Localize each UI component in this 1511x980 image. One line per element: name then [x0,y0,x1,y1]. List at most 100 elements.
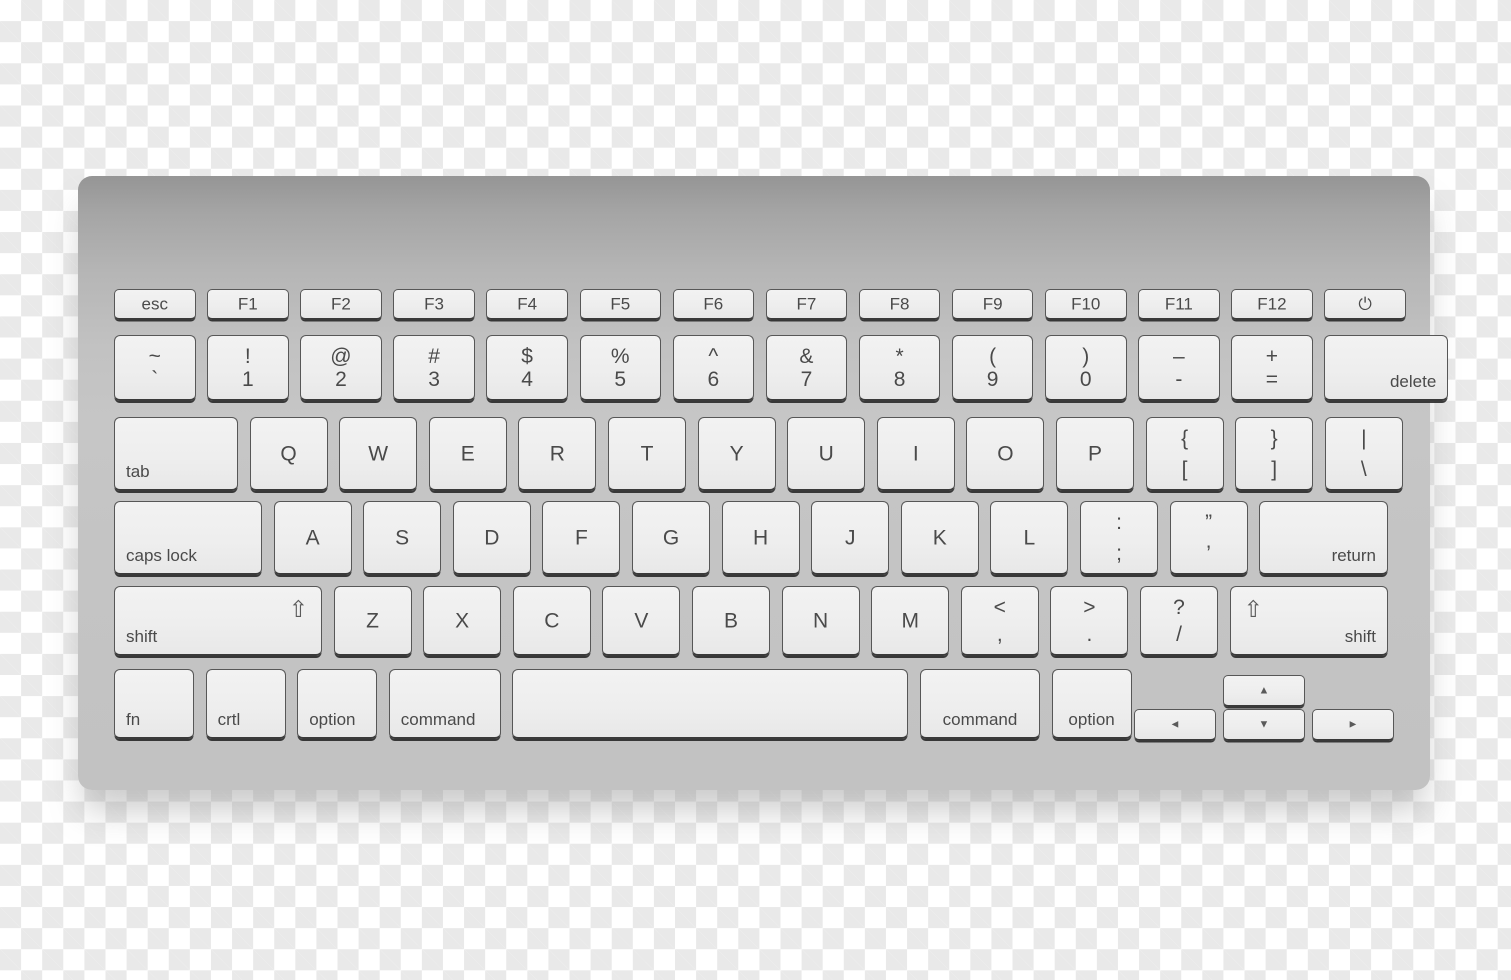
key-f4[interactable]: F4 [486,289,568,320]
key-z[interactable]: Z [333,586,412,656]
key-c[interactable]: C [512,586,591,656]
key-a[interactable]: A [273,501,352,575]
key-f8[interactable]: F8 [858,289,941,320]
key-left-option[interactable]: option [297,669,378,739]
key-label-t: T [640,442,654,465]
key-p[interactable]: P [1056,417,1134,491]
key-f11[interactable]: F11 [1138,289,1220,320]
key-b[interactable]: B [692,586,770,656]
key-label-f10: F10 [1071,294,1101,314]
key-g[interactable]: G [632,501,710,575]
key-label-seven-upper: & [799,345,814,368]
key-four[interactable]: $4 [486,335,568,401]
key-f10[interactable]: F10 [1045,289,1127,320]
key-n[interactable]: N [781,586,860,656]
key-label-minus-lower: - [1175,368,1183,391]
key-label-b: B [723,609,738,632]
key-x[interactable]: X [423,586,502,656]
key-left-command[interactable]: command [388,669,501,739]
key-label-f9: F9 [982,294,1003,314]
key-f6[interactable]: F6 [672,289,755,320]
key-space-bar[interactable] [512,669,909,739]
key-q[interactable]: Q [249,417,328,491]
key-f2[interactable]: F2 [300,289,382,320]
key-f[interactable]: F [542,501,621,575]
key-h[interactable]: H [721,501,800,575]
key-one[interactable]: ! 1 [207,335,289,401]
key-e[interactable]: E [428,417,507,491]
key-backslash[interactable]: | \ [1324,417,1403,491]
key-minus[interactable]: – - [1138,335,1220,401]
key-w[interactable]: W [339,417,418,491]
key-delete[interactable]: delete [1324,335,1449,401]
key-fn[interactable]: fn [114,669,194,739]
key-six[interactable]: ^ 6 [672,335,755,401]
key-i[interactable]: I [876,417,955,491]
key-comma[interactable]: <, [960,586,1039,656]
key-equal[interactable]: + = [1231,335,1313,401]
key-f12[interactable]: F12 [1231,289,1313,320]
key-m[interactable]: M [871,586,950,656]
key-label-slash-lower: / [1176,623,1182,646]
key-label-right-option: option [1068,710,1115,729]
key-control[interactable]: crtl [205,669,286,739]
key-arrow-right[interactable]: ► [1312,709,1394,741]
key-r[interactable]: R [518,417,597,491]
key-label-c: C [544,609,560,632]
key-d[interactable]: D [452,501,531,575]
key-left-shift[interactable]: ⇧ shift [114,586,322,656]
key-slash[interactable]: ? / [1140,586,1218,656]
key-u[interactable]: U [787,417,866,491]
key-nine[interactable]: (9 [951,335,1034,401]
key-power[interactable]: ⏻ [1324,289,1406,320]
key-label-equal-upper: + [1265,345,1279,368]
key-right-shift[interactable]: ⇧ shift [1229,586,1388,656]
key-o[interactable]: O [966,417,1045,491]
key-arrow-up[interactable]: ▲ [1223,675,1305,707]
key-label-quote-lower: ’ [1206,542,1211,565]
key-f9[interactable]: F9 [951,289,1034,320]
key-j[interactable]: J [811,501,890,575]
key-t[interactable]: T [608,417,686,491]
key-tab[interactable]: tab [114,417,238,491]
key-eight[interactable]: * 8 [858,335,941,401]
key-quote[interactable]: ”’ [1169,501,1248,575]
key-right-command[interactable]: command [920,669,1040,739]
key-f1[interactable]: F1 [207,289,289,320]
key-f5[interactable]: F5 [579,289,661,320]
key-semicolon[interactable]: :; [1080,501,1158,575]
key-five[interactable]: % 5 [579,335,661,401]
key-backtick[interactable]: ~ ` [114,335,196,401]
key-label-y: Y [729,442,744,465]
key-label-arrow-up: ▲ [1258,684,1270,696]
key-f7[interactable]: F7 [765,289,848,320]
key-label-f6: F6 [703,294,724,314]
key-right-option[interactable]: option [1051,669,1132,739]
key-label-x: X [455,609,470,632]
key-v[interactable]: V [602,586,681,656]
key-three[interactable]: #3 [393,335,475,401]
key-l[interactable]: L [990,501,1069,575]
key-label-backtick-upper: ~ [148,345,161,368]
key-label-equal-lower: = [1265,368,1279,391]
key-label-left-bracket-upper: { [1181,427,1189,450]
key-label-comma-upper: < [993,596,1006,619]
key-f3[interactable]: F3 [393,289,475,320]
key-seven[interactable]: & 7 [765,335,848,401]
key-caps-lock[interactable]: caps lock [114,501,262,575]
key-two[interactable]: @2 [300,335,382,401]
key-period[interactable]: >. [1050,586,1129,656]
key-right-bracket[interactable]: }] [1235,417,1314,491]
key-label-semicolon-lower: ; [1116,542,1122,565]
key-y[interactable]: Y [697,417,776,491]
key-zero[interactable]: ) 0 [1045,335,1127,401]
key-esc[interactable]: esc [114,289,196,320]
key-arrow-down[interactable]: ▼ [1223,709,1305,741]
key-s[interactable]: S [363,501,442,575]
key-arrow-left[interactable]: ◄ [1134,709,1216,741]
key-return[interactable]: return [1259,501,1388,575]
key-label-four-lower: 4 [521,368,533,391]
key-label-s: S [395,526,410,549]
key-k[interactable]: K [900,501,979,575]
key-left-bracket[interactable]: {[ [1145,417,1224,491]
